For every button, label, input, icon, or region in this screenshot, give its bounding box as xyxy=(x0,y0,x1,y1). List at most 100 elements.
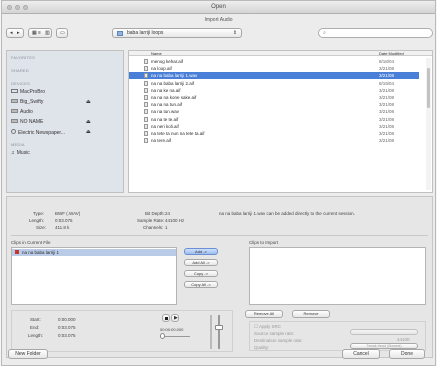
sidebar-item-macprobro[interactable]: MacProBro xyxy=(11,89,45,95)
import-message: na na baba larriji 1.wav can be added di… xyxy=(219,211,355,216)
file-date: 3/21/08 xyxy=(379,138,395,144)
table-row[interactable]: menog kehar.aif 8/18/04 xyxy=(129,58,419,65)
channels-value: 1 xyxy=(165,225,168,230)
sidebar-item-electric-newspaper[interactable]: Electric Newspaper... ⏏ xyxy=(11,129,91,136)
dest-rate-value[interactable]: 44100 xyxy=(397,337,410,342)
done-button[interactable]: Done xyxy=(389,349,425,359)
search-input[interactable]: ⌕ xyxy=(318,28,433,38)
file-name: menog kehar.aif xyxy=(151,59,184,64)
audio-file-icon xyxy=(144,73,148,79)
column-header-name[interactable]: Name xyxy=(151,51,162,56)
eject-icon[interactable]: ⏏ xyxy=(86,99,91,105)
volume-fader-knob[interactable] xyxy=(215,325,223,330)
apply-src-label: Apply SRC xyxy=(259,324,282,329)
length-label: Length: xyxy=(29,218,45,223)
icon-view-icon[interactable]: ▦ xyxy=(32,30,37,36)
file-list: Name Date Modified menog kehar.aif 8/18/0… xyxy=(128,50,433,193)
table-row[interactable]: na na baba larriji 1.wav 3/21/08 xyxy=(129,72,419,80)
back-arrow-icon[interactable]: ◂ xyxy=(10,30,13,36)
sidebar-item-label: Audio xyxy=(20,109,33,115)
list-view-icon[interactable]: ≡ xyxy=(38,30,41,36)
sidebar-item-big-swifty[interactable]: Big_Swifty ⏏ xyxy=(11,99,91,105)
eject-icon[interactable]: ⏏ xyxy=(86,129,91,135)
end-label: End: xyxy=(30,325,40,330)
audio-file-icon xyxy=(144,138,148,144)
music-note-icon: ♫ xyxy=(11,150,15,156)
file-name: na na na tun.aif xyxy=(151,102,183,108)
table-row[interactable]: na na tun.wav 3/21/08 xyxy=(129,108,419,115)
view-mode-buttons[interactable]: ▦ ≡ ▥ xyxy=(28,28,52,38)
cover-flow-icon[interactable]: ▭ xyxy=(60,30,65,36)
channels-label: Channels: xyxy=(143,225,164,230)
stop-button[interactable] xyxy=(162,314,170,322)
slider-knob[interactable] xyxy=(160,333,165,339)
cancel-button[interactable]: Cancel xyxy=(342,349,380,359)
audio-file-icon xyxy=(144,131,148,136)
add-button[interactable]: Add -> xyxy=(184,248,218,255)
clips-current-list[interactable]: na na baba larriji 1 xyxy=(11,247,177,305)
list-scrollbar[interactable] xyxy=(426,58,431,190)
sidebar-item-music[interactable]: ♫ Music xyxy=(11,150,30,156)
cover-flow-button[interactable]: ▭ xyxy=(56,28,68,38)
scrollbar-thumb[interactable] xyxy=(427,68,430,108)
clip-preview-group: Start: 0:00.000 End: 0:03.075 Length: 0:… xyxy=(11,310,233,352)
audio-file-icon xyxy=(144,59,148,64)
title-bar: Open xyxy=(2,1,435,14)
table-row[interactable]: na na na tun.aif 3/21/08 xyxy=(129,101,419,108)
clips-current-label: Clips in Current File xyxy=(11,240,51,245)
table-row[interactable]: na na te te.aif 3/21/08 xyxy=(129,116,419,123)
table-row[interactable]: na neri koli.aif 3/21/08 xyxy=(129,123,419,130)
file-name: na neri koli.aif xyxy=(151,123,179,129)
volume-fader-track[interactable] xyxy=(218,315,220,349)
clips-import-list[interactable] xyxy=(249,247,426,305)
audio-clip-icon xyxy=(15,250,19,254)
source-rate-select[interactable] xyxy=(350,329,418,335)
file-name: na tete ta nun na tete ta.aif xyxy=(151,131,205,136)
copy-button[interactable]: Copy -> xyxy=(184,270,218,277)
sidebar-item-label: Electric Newspaper... xyxy=(18,130,65,136)
audio-file-icon xyxy=(144,66,148,72)
back-forward-buttons[interactable]: ◂ ▸ xyxy=(6,28,24,38)
table-row[interactable]: na tere.aif 3/21/08 xyxy=(129,137,419,144)
sample-rate-label: Sample Rate: xyxy=(137,218,165,223)
file-date: 3/21/08 xyxy=(379,102,395,108)
divider xyxy=(11,235,428,236)
table-row[interactable]: na loop.aif 3/21/08 xyxy=(129,65,419,72)
sidebar-item-audio[interactable]: Audio xyxy=(11,109,33,115)
table-row[interactable]: na na baba larriji 2.aif 8/19/04 xyxy=(129,80,419,87)
drive-icon xyxy=(11,119,18,123)
sidebar: FAVORITES SHARED DEVICES MacProBro Big_S… xyxy=(6,50,124,193)
folder-popup-label: baba larriji loops xyxy=(127,30,164,36)
chevron-updown-icon: ⇕ xyxy=(232,30,237,36)
table-row[interactable]: na na ke na.aif 3/21/08 xyxy=(129,87,419,94)
sidebar-item-no-name[interactable]: NO NAME ⏏ xyxy=(11,119,91,125)
file-name: na loop.aif xyxy=(151,66,172,72)
list-header: Name Date Modified xyxy=(129,51,432,56)
start-value: 0:00.000 xyxy=(58,317,76,322)
column-header-date[interactable]: Date Modified xyxy=(379,51,404,56)
copy-all-button[interactable]: Copy All -> xyxy=(184,281,218,288)
folder-popup[interactable]: baba larriji loops ⇕ xyxy=(112,28,242,38)
sidebar-item-label: MacProBro xyxy=(20,89,46,95)
play-button[interactable]: ▶ xyxy=(171,314,179,322)
list-item[interactable]: na na baba larriji 1 xyxy=(12,249,176,256)
forward-arrow-icon[interactable]: ▸ xyxy=(17,30,20,36)
remove-button[interactable]: Remove xyxy=(292,310,330,318)
table-row[interactable]: na na na kone sake.aif 3/21/08 xyxy=(129,94,419,101)
apply-src-checkbox[interactable]: ☐ Apply SRC xyxy=(254,324,281,330)
search-icon: ⌕ xyxy=(323,30,326,36)
folder-icon xyxy=(117,31,123,36)
clips-import-label: Clips to Import xyxy=(249,240,279,245)
size-value: 411.8 k xyxy=(55,225,70,230)
table-row[interactable]: na tete ta nun na tete ta.aif 3/21/08 xyxy=(129,130,419,137)
file-date: 8/19/04 xyxy=(379,80,395,86)
add-all-button[interactable]: Add All -> xyxy=(184,259,218,266)
dest-rate-label: Destination sample rate: xyxy=(254,338,303,343)
remove-all-button[interactable]: Remove All xyxy=(245,310,283,318)
stop-icon xyxy=(165,317,168,320)
eject-icon[interactable]: ⏏ xyxy=(86,119,91,125)
new-folder-button[interactable]: New Folder xyxy=(8,349,48,359)
file-name: na tere.aif xyxy=(151,138,172,144)
column-view-icon[interactable]: ▥ xyxy=(45,30,50,36)
sample-rate-group: ☐ Apply SRC Source sample rate: Destinat… xyxy=(249,321,426,351)
